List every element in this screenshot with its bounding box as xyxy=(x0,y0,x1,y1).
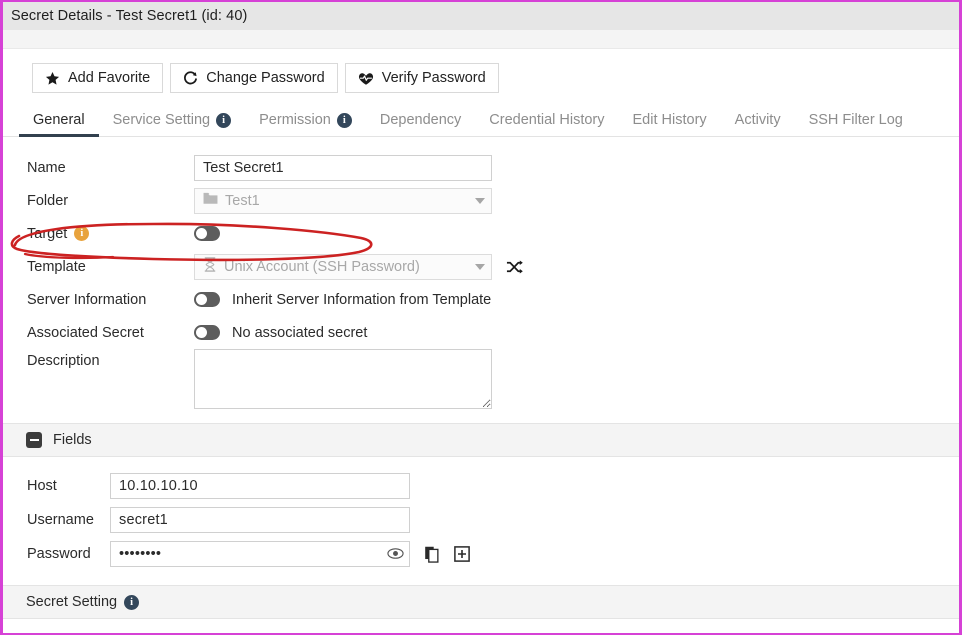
plus-box-icon[interactable] xyxy=(454,546,470,562)
field-row-username: Username xyxy=(3,503,959,537)
title-separator xyxy=(3,30,959,49)
info-icon[interactable]: i xyxy=(216,112,232,128)
eye-icon[interactable] xyxy=(387,545,404,562)
form-row-template: Template Unix Account (SSH Password) xyxy=(3,250,959,283)
shuffle-icon[interactable] xyxy=(506,259,523,275)
tab-service-setting-label: Service Setting xyxy=(112,112,211,128)
toggle-knob xyxy=(196,294,207,305)
template-select[interactable]: Unix Account (SSH Password) xyxy=(194,253,492,280)
form-row-target: Target i xyxy=(3,217,959,250)
template-value: Unix Account (SSH Password) xyxy=(224,258,420,275)
info-icon[interactable]: i xyxy=(336,112,352,128)
info-icon[interactable]: i xyxy=(124,594,140,610)
tab-dependency[interactable]: Dependency xyxy=(366,112,475,136)
tab-ssh-filter-log-label: SSH Filter Log xyxy=(808,112,903,128)
hourglass-icon xyxy=(203,257,217,276)
tab-service-setting[interactable]: Service Setting i xyxy=(99,112,246,136)
template-label: Template xyxy=(27,258,86,275)
add-favorite-label: Add Favorite xyxy=(68,70,151,86)
chevron-down-icon xyxy=(475,263,485,270)
target-label: Target xyxy=(27,225,68,242)
tab-permission[interactable]: Permission i xyxy=(245,112,366,136)
minus-glyph xyxy=(29,438,39,442)
name-label: Name xyxy=(27,159,66,176)
host-label: Host xyxy=(27,478,57,494)
server-information-note: Inherit Server Information from Template xyxy=(232,291,492,308)
target-label-group: Target i xyxy=(27,226,194,242)
tab-general-label: General xyxy=(33,112,85,128)
form-row-description: Description xyxy=(3,349,959,409)
server-information-label: Server Information xyxy=(27,291,147,308)
target-toggle[interactable] xyxy=(194,226,220,241)
tab-bar: General Service Setting i Permission i D… xyxy=(3,105,959,137)
tab-credential-history[interactable]: Credential History xyxy=(475,112,618,136)
change-password-label: Change Password xyxy=(206,70,325,86)
tab-activity[interactable]: Activity xyxy=(721,112,795,136)
toggle-knob xyxy=(196,327,207,338)
fields-section-title: Fields xyxy=(53,432,92,448)
info-icon[interactable]: i xyxy=(74,226,90,241)
host-input[interactable] xyxy=(110,473,410,499)
password-label: Password xyxy=(27,546,91,562)
tab-edit-history-label: Edit History xyxy=(632,112,707,128)
secret-setting-section-title: Secret Setting xyxy=(26,594,118,610)
tab-activity-label: Activity xyxy=(734,112,781,128)
secret-details-window: Secret Details - Test Secret1 (id: 40) A… xyxy=(0,0,962,635)
secret-setting-section-header[interactable]: Secret Setting i xyxy=(3,585,959,619)
verify-password-label: Verify Password xyxy=(381,70,486,86)
collapse-icon[interactable] xyxy=(26,432,42,448)
chevron-down-icon xyxy=(475,197,485,204)
server-information-toggle[interactable] xyxy=(194,292,220,307)
fields-section-header[interactable]: Fields xyxy=(3,423,959,457)
password-input-wrap xyxy=(110,541,410,567)
toggle-knob xyxy=(196,228,207,239)
form-row-name: Name xyxy=(3,151,959,184)
action-toolbar: Add Favorite Change Password Verify Pass… xyxy=(3,49,959,93)
name-input[interactable] xyxy=(194,154,492,181)
tab-credential-history-label: Credential History xyxy=(489,112,605,128)
form-row-folder: Folder Test1 xyxy=(3,184,959,217)
copy-icon[interactable] xyxy=(424,546,440,563)
username-input[interactable] xyxy=(110,507,410,533)
general-tab-panel: Name Folder Test1 Target i xyxy=(3,137,959,409)
password-input[interactable] xyxy=(110,541,410,567)
verify-password-button[interactable]: Verify Password xyxy=(344,63,499,93)
tab-ssh-filter-log[interactable]: SSH Filter Log xyxy=(795,112,917,136)
description-label: Description xyxy=(27,353,100,369)
add-favorite-button[interactable]: Add Favorite xyxy=(32,63,164,93)
refresh-icon xyxy=(183,70,198,86)
associated-secret-label: Associated Secret xyxy=(27,324,144,341)
window-title: Secret Details - Test Secret1 (id: 40) xyxy=(11,8,248,24)
username-label: Username xyxy=(27,512,94,528)
change-password-button[interactable]: Change Password xyxy=(170,63,338,93)
description-textarea[interactable] xyxy=(194,349,492,409)
tab-permission-label: Permission xyxy=(259,112,331,128)
star-icon xyxy=(45,71,60,86)
folder-icon xyxy=(203,192,218,209)
form-row-server-information: Server Information Inherit Server Inform… xyxy=(3,283,959,316)
associated-secret-note: No associated secret xyxy=(232,324,368,341)
window-title-bar: Secret Details - Test Secret1 (id: 40) xyxy=(3,2,959,30)
tab-dependency-label: Dependency xyxy=(379,112,462,128)
tab-edit-history[interactable]: Edit History xyxy=(619,112,721,136)
form-row-associated-secret: Associated Secret No associated secret xyxy=(3,316,959,349)
fields-list: Host Username Password xyxy=(3,457,959,571)
heartbeat-icon xyxy=(358,71,374,86)
folder-label: Folder xyxy=(27,192,69,209)
folder-select[interactable]: Test1 xyxy=(194,187,492,214)
field-row-host: Host xyxy=(3,469,959,503)
tab-general[interactable]: General xyxy=(19,112,99,137)
associated-secret-toggle[interactable] xyxy=(194,325,220,340)
field-row-password: Password xyxy=(3,537,959,571)
folder-value: Test1 xyxy=(225,192,260,209)
